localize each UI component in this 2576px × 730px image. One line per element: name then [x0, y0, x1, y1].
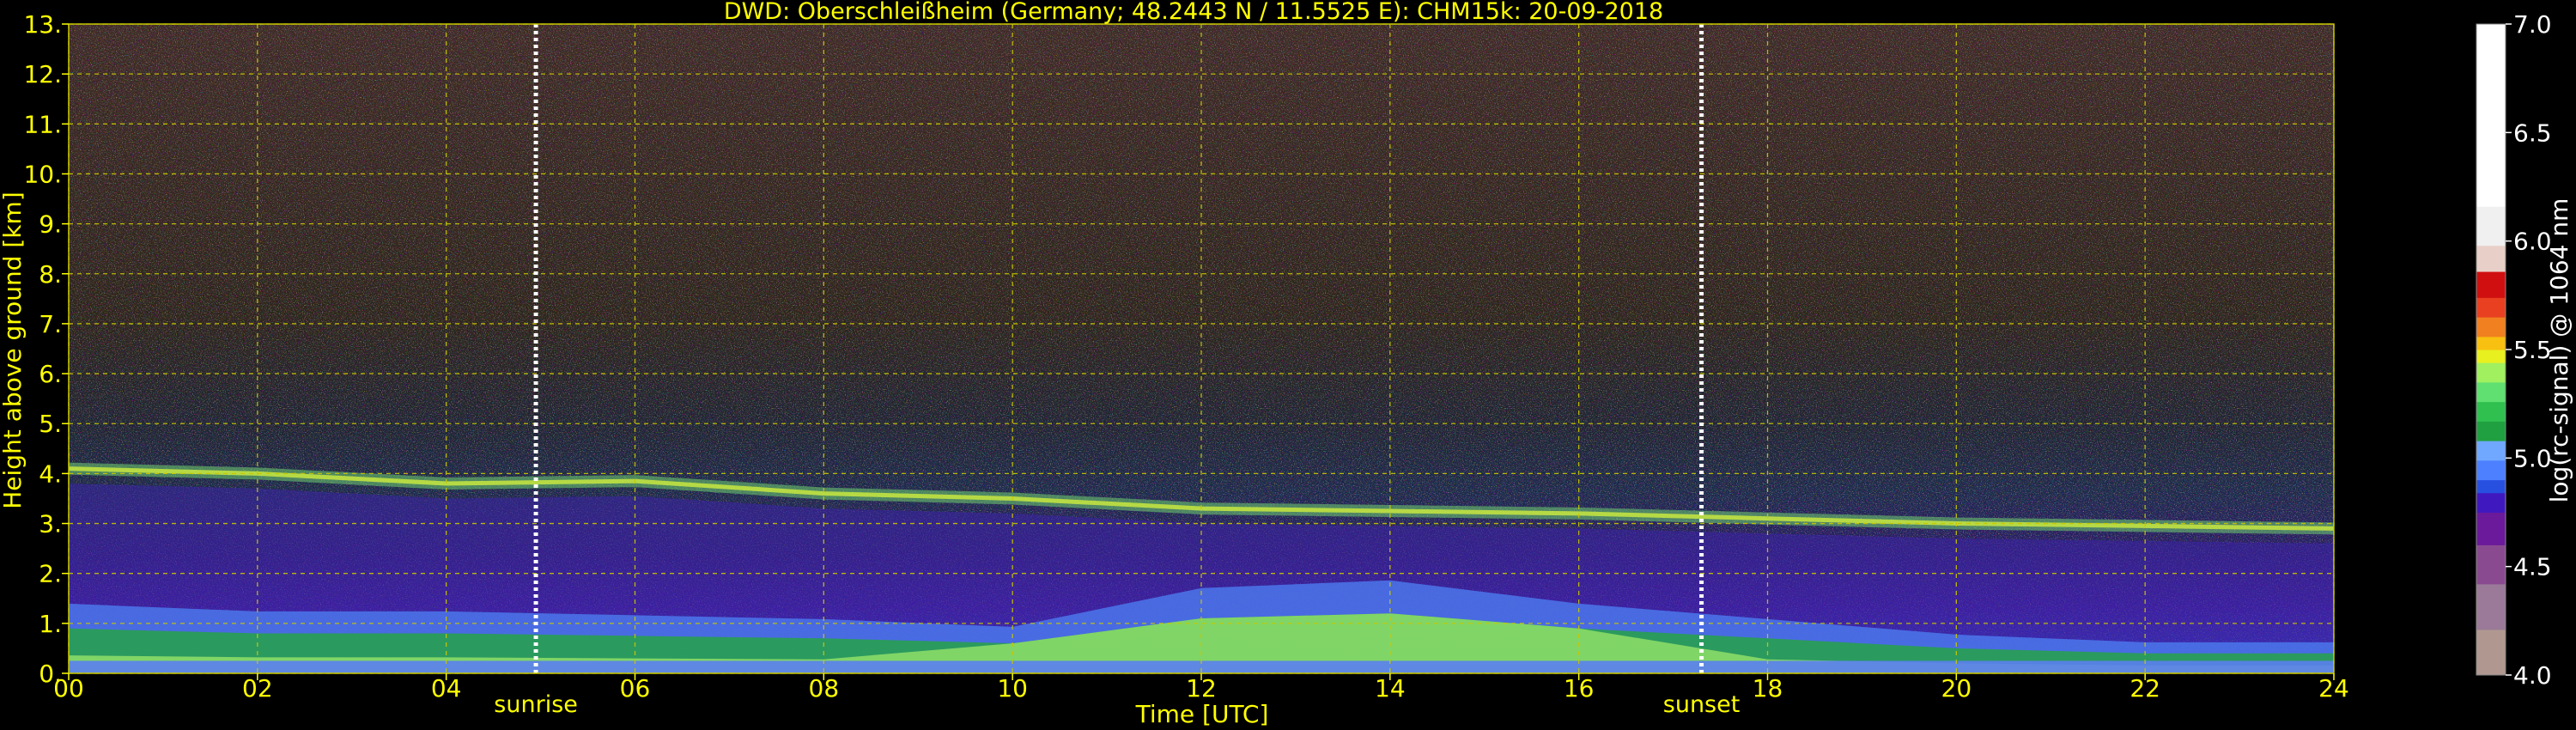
- colorbar-segment: [2476, 401, 2506, 422]
- colorbar-segment: [2476, 512, 2506, 545]
- x-tick-label: 06: [620, 674, 651, 703]
- x-tick-label: 24: [2318, 674, 2349, 703]
- y-tick-label: 4.: [39, 459, 62, 488]
- y-axis-label: Height above ground [km]: [0, 192, 27, 509]
- y-tick-label: 9.: [39, 210, 62, 239]
- x-tick-label: 18: [1753, 674, 1783, 703]
- x-axis-label: Time [UTC]: [1135, 700, 1269, 728]
- x-tick-label: 02: [242, 674, 273, 703]
- colorbar-segment: [2476, 544, 2506, 585]
- x-tick-label: 12: [1186, 674, 1217, 703]
- x-tick-label: 16: [1564, 674, 1595, 703]
- y-tick-label: 6.: [39, 360, 62, 388]
- colorbar: 4.04.55.05.56.06.57.0: [2476, 10, 2552, 690]
- colorbar-segment: [2476, 336, 2506, 350]
- x-tick-label: 20: [1941, 674, 1972, 703]
- y-tick-label: 8.: [39, 260, 62, 289]
- y-tick-label: 12.: [23, 60, 62, 88]
- colorbar-segment: [2476, 629, 2506, 676]
- colorbar-segment: [2476, 271, 2506, 298]
- colorbar-segment: [2476, 24, 2506, 207]
- colorbar-tick-label: 7.0: [2513, 10, 2552, 39]
- colorbar-segment: [2476, 459, 2506, 481]
- y-tick-label: 13.: [23, 10, 62, 39]
- colorbar-segment: [2476, 206, 2506, 246]
- x-tick-label: 08: [809, 674, 840, 703]
- colorbar-segment: [2476, 421, 2506, 441]
- colorbar-segment: [2476, 492, 2506, 513]
- sunset-label: sunset: [1663, 691, 1741, 718]
- y-tick-label: 11.: [23, 110, 62, 138]
- x-tick-label: 10: [997, 674, 1028, 703]
- x-tick-label: 14: [1375, 674, 1406, 703]
- colorbar-segment: [2476, 441, 2506, 461]
- colorbar-segment: [2476, 297, 2506, 318]
- colorbar-segment: [2476, 245, 2506, 272]
- y-tick-label: 2.: [39, 560, 62, 588]
- x-tick-label: 22: [2129, 674, 2160, 703]
- x-tick-label: 00: [53, 674, 84, 703]
- ceilometer-chart: sunrise sunset 0.1.2.3.4.5.6.7.8.9.10.11.…: [0, 0, 2573, 728]
- x-tick-label: 04: [431, 674, 462, 703]
- y-tick-label: 3.: [39, 510, 62, 538]
- colorbar-tick-label: 4.0: [2513, 661, 2552, 690]
- y-axis: 0.1.2.3.4.5.6.7.8.9.10.11.12.13.: [23, 10, 69, 688]
- x-axis: 00 02 04 06 08 10 12 14 16 18 20 22 24: [53, 673, 2349, 703]
- sunrise-label: sunrise: [494, 691, 578, 718]
- colorbar-segment: [2476, 350, 2506, 363]
- colorbar-label: log(rc-signal) @ 1064 nm: [2545, 198, 2573, 503]
- colorbar-segment: [2476, 583, 2506, 630]
- colorbar-tick-label: 4.5: [2513, 553, 2552, 581]
- chart-title: DWD: Oberschleißheim (Germany; 48.2443 N…: [724, 0, 1663, 25]
- colorbar-segment: [2476, 479, 2506, 494]
- colorbar-segment: [2476, 362, 2506, 383]
- y-tick-label: 5.: [39, 410, 62, 438]
- colorbar-tick-label: 6.5: [2513, 119, 2552, 147]
- colorbar-segment: [2476, 317, 2506, 338]
- y-tick-label: 10.: [23, 160, 62, 188]
- y-tick-label: 7.: [39, 310, 62, 338]
- colorbar-segment: [2476, 381, 2506, 403]
- y-tick-label: 1.: [39, 610, 62, 638]
